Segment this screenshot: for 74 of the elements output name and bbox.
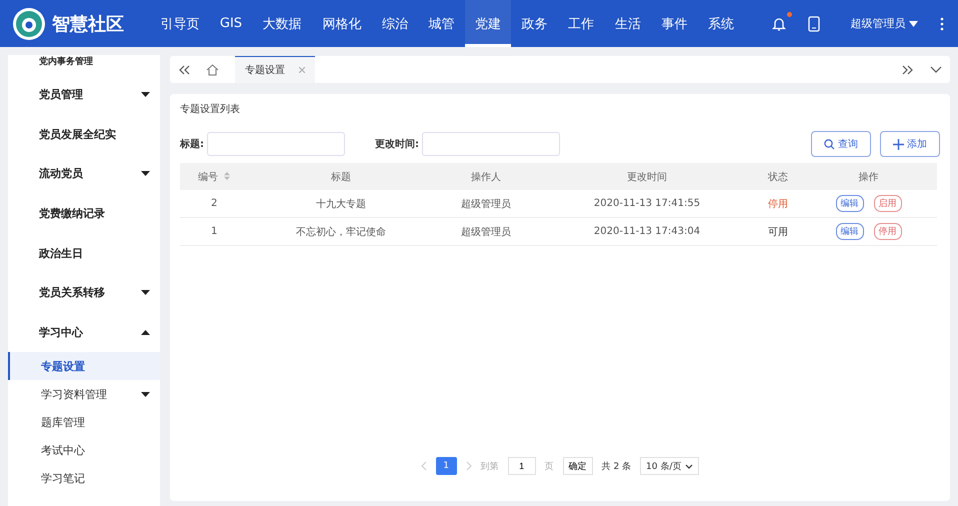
logo-icon (12, 6, 46, 40)
page-unit: 页 (544, 460, 554, 472)
table-cell: 2 (180, 190, 248, 218)
sidebar-subitem[interactable]: 学习笔记 (8, 464, 160, 492)
search-icon (824, 138, 835, 150)
nav-tab[interactable]: 城管 (418, 0, 465, 47)
sidebar-subitem[interactable]: 专题设置 (8, 352, 160, 380)
input-field[interactable] (207, 132, 345, 156)
chevron-down-icon[interactable] (930, 66, 942, 73)
toggle-status-button[interactable]: 启用 (874, 195, 902, 212)
nav-tab[interactable]: 大数据 (252, 0, 312, 47)
filter-label: 更改时间: (375, 138, 419, 151)
column-header: 操作 (800, 163, 937, 190)
scroll-right-icon[interactable] (902, 64, 914, 74)
bell-icon[interactable] (772, 16, 786, 32)
table-cell: 超级管理员 (434, 218, 538, 246)
phone-icon[interactable] (808, 16, 820, 32)
sidebar-subitem[interactable]: 题库管理 (8, 408, 160, 436)
table-cell: 超级管理员 (434, 190, 538, 218)
filter-label: 标题: (180, 138, 204, 151)
scroll-left-icon[interactable] (178, 64, 190, 74)
status-text: 可用 (756, 218, 800, 246)
sidebar-item[interactable]: 党员发展全纪实 (8, 114, 160, 154)
nav-tab[interactable]: 引导页 (150, 0, 210, 47)
column-header: 操作人 (434, 163, 538, 190)
nav-tab[interactable]: 政务 (511, 0, 558, 47)
edit-button[interactable]: 编辑 (836, 223, 864, 240)
goto-label: 到第 (480, 460, 499, 472)
total-count: 共 2 条 (602, 460, 632, 472)
plus-icon (893, 138, 904, 150)
search-button[interactable]: 查询 (811, 131, 871, 157)
table-cell: 不忘初心，牢记使命 (248, 218, 434, 246)
sidebar-item[interactable]: 党内事务管理 (8, 55, 160, 75)
nav-tab[interactable]: 网格化 (312, 0, 372, 47)
sidebar-subitem[interactable]: 考试中心 (8, 436, 160, 464)
chevron-down-icon (685, 464, 694, 468)
column-header: 标题 (248, 163, 434, 190)
page-size-select[interactable]: 10 条/页 (640, 457, 700, 475)
nav-tab[interactable]: 党建 (464, 0, 512, 47)
sidebar-item[interactable]: 党员关系转移 (8, 272, 160, 313)
sidebar-item[interactable]: 党员管理 (8, 75, 160, 115)
table-cell: 1 (180, 218, 248, 246)
page-input[interactable]: 1 (508, 457, 536, 475)
table-cell: 2020-11-13 17:41:55 (538, 190, 756, 218)
edit-button[interactable]: 编辑 (836, 195, 864, 212)
table-cell: 2020-11-13 17:43:04 (538, 218, 756, 246)
page-tab[interactable]: 专题设置 (235, 56, 315, 83)
status-text: 停用 (756, 190, 800, 218)
sidebar-item[interactable]: 流动党员 (8, 154, 160, 194)
nav-tab[interactable]: 生活 (604, 0, 652, 47)
nav-tab[interactable]: 综治 (372, 0, 418, 47)
panel-title: 专题设置列表 (180, 102, 241, 116)
toggle-status-button[interactable]: 停用 (874, 223, 902, 240)
page-button[interactable]: 1 (436, 457, 457, 475)
more-icon[interactable] (940, 16, 944, 30)
app-title: 智慧社区 (52, 12, 124, 36)
user-menu[interactable]: 超级管理员 (850, 16, 918, 31)
sidebar-item[interactable]: 学习中心 (8, 312, 160, 352)
add-button[interactable]: 添加 (880, 131, 940, 157)
nav-tab[interactable]: 事件 (651, 0, 698, 47)
confirm-button[interactable]: 确定 (562, 457, 593, 475)
sidebar-subitem[interactable]: 学习资料管理 (8, 380, 160, 408)
nav-tab[interactable]: 工作 (558, 0, 605, 47)
caret-icon (909, 20, 918, 26)
sidebar-item[interactable]: 党费缴纳记录 (8, 194, 160, 234)
table-cell: 十九大专题 (248, 190, 434, 218)
column-header: 状态 (756, 163, 800, 190)
home-icon[interactable] (206, 64, 219, 76)
column-header: 更改时间 (538, 163, 756, 190)
nav-tab[interactable]: 系统 (698, 0, 744, 47)
input-field[interactable] (422, 132, 560, 156)
sidebar-item[interactable]: 政治生日 (8, 233, 160, 273)
nav-tab[interactable]: GIS (210, 0, 252, 47)
column-header[interactable]: 编号 (180, 163, 248, 190)
